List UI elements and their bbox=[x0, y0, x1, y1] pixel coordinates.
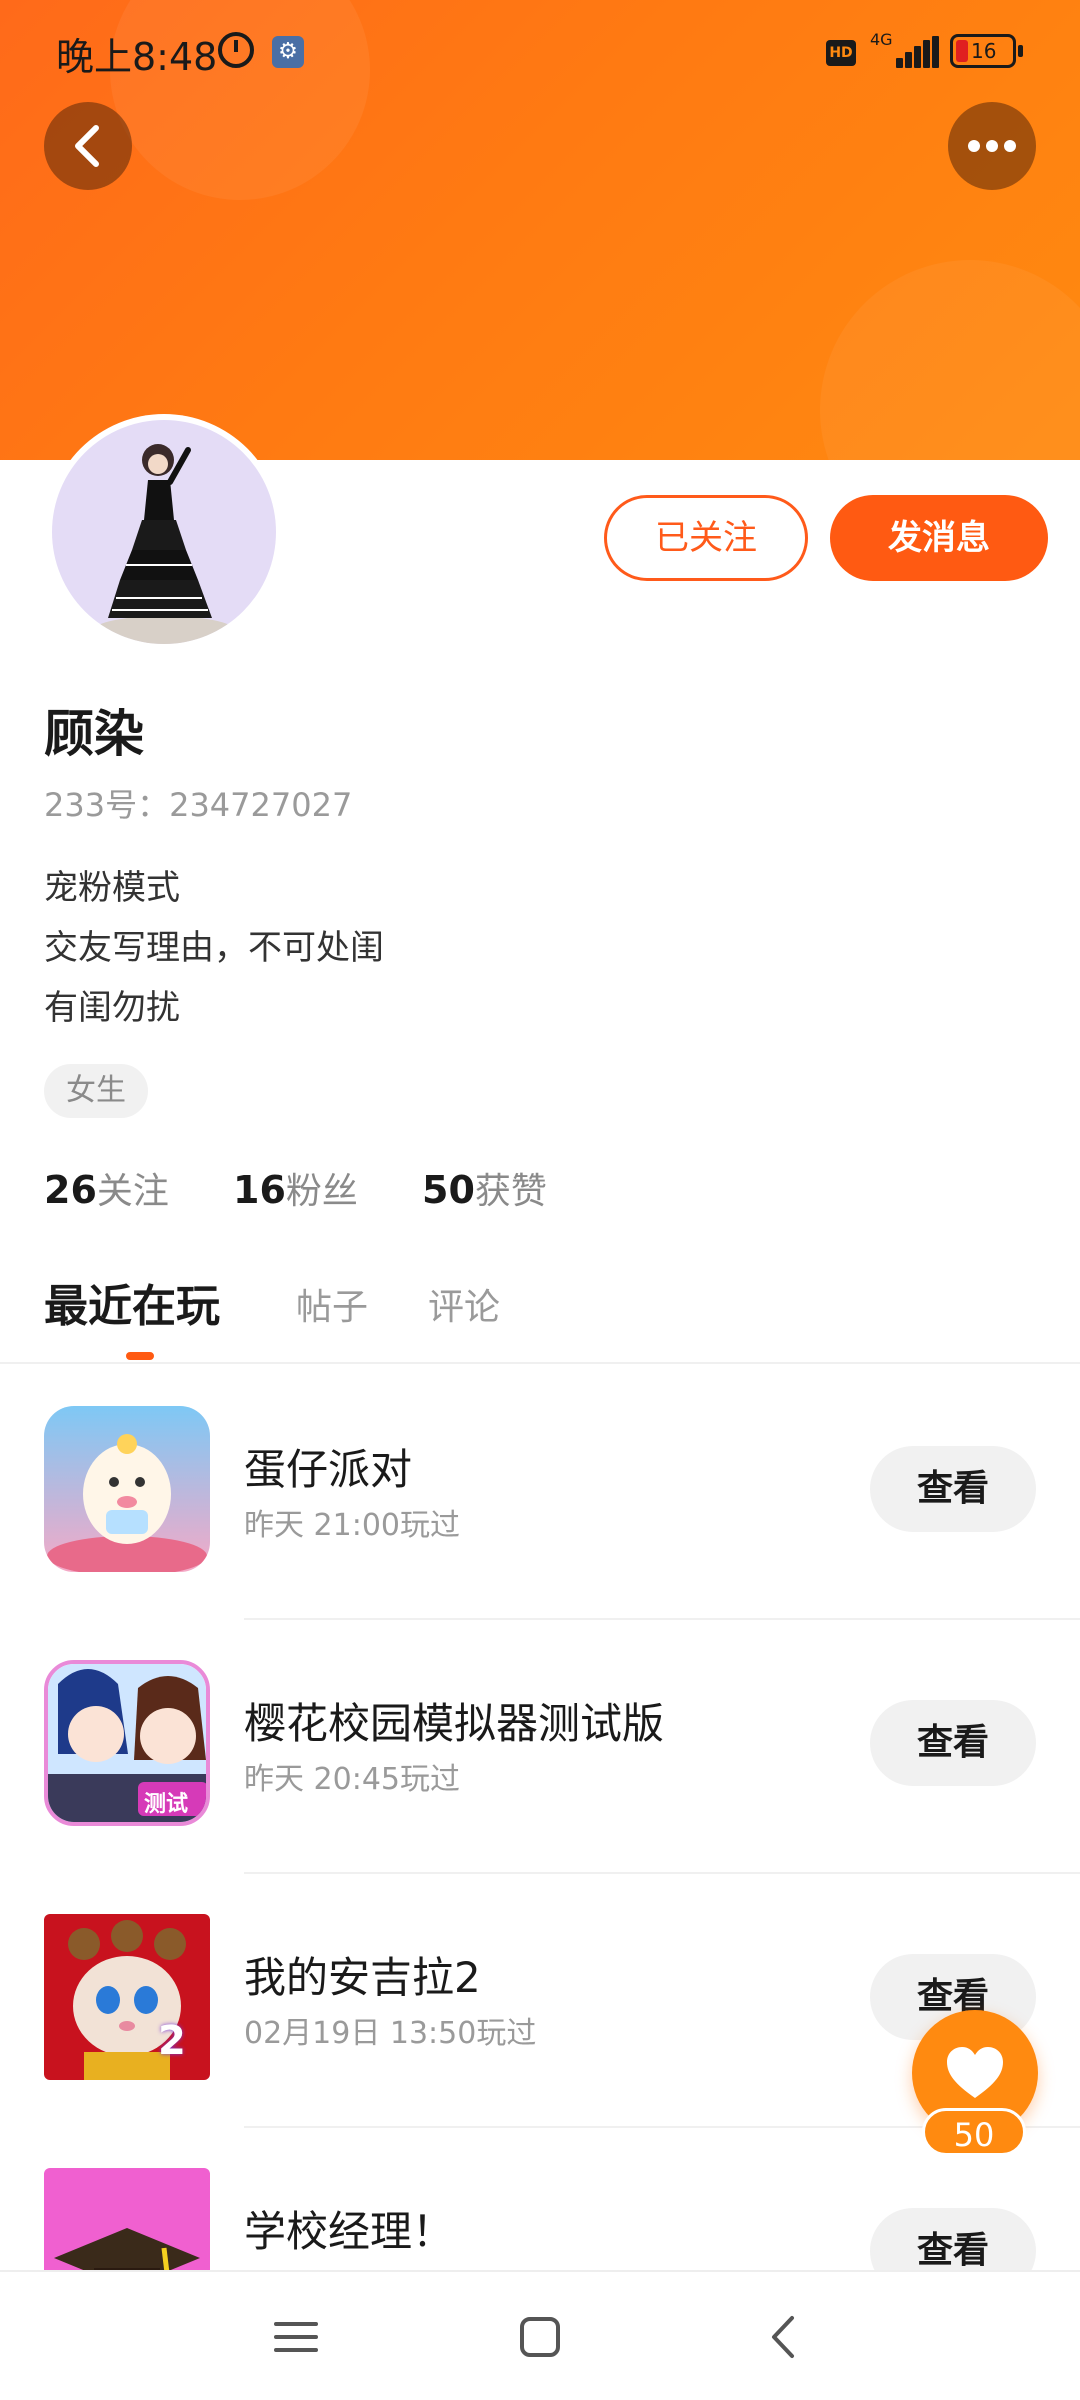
heart-icon bbox=[947, 2047, 1003, 2098]
more-dots-icon bbox=[968, 140, 1016, 152]
game-played-time: 02月19日 13:50玩过 bbox=[244, 2016, 537, 2051]
game-icon-eggy-party bbox=[44, 1406, 210, 1572]
banner-decoration bbox=[820, 260, 1080, 460]
game-played-time: 昨天 21:00玩过 bbox=[244, 1508, 460, 1543]
home-square-icon bbox=[520, 2317, 560, 2357]
battery-icon: 16 bbox=[950, 34, 1023, 68]
view-button[interactable]: 查看 bbox=[870, 1700, 1036, 1786]
gender-tag: 女生 bbox=[44, 1064, 148, 1118]
hd-icon: HD bbox=[826, 40, 856, 66]
bio-line: 宠粉模式 bbox=[44, 868, 180, 908]
profile-stats: 26关注 16粉丝 50获赞 bbox=[44, 1162, 599, 1214]
signal-icon bbox=[896, 36, 940, 68]
game-played-time: 昨天 20:45玩过 bbox=[244, 1762, 460, 1797]
nav-home-button[interactable] bbox=[490, 2272, 590, 2400]
alarm-icon bbox=[218, 32, 254, 68]
bio-line: 有闺勿扰 bbox=[44, 988, 180, 1028]
settings-app-icon: ⚙ bbox=[272, 36, 304, 68]
game-title: 学校经理！ bbox=[244, 2207, 455, 2256]
status-time: 晚上8:48 bbox=[56, 35, 218, 79]
list-item[interactable]: 测试版 樱花校园模拟器测试版 昨天 20:45玩过 查看 bbox=[0, 1620, 1080, 1874]
view-button[interactable]: 查看 bbox=[870, 1446, 1036, 1532]
nav-back-icon bbox=[772, 2316, 794, 2358]
profile-bio: 宠粉模式 交友写理由，不可处闺 有闺勿扰 bbox=[44, 858, 384, 1038]
more-button[interactable] bbox=[948, 102, 1036, 190]
profile-uid: 233号：234727027 bbox=[44, 786, 353, 824]
menu-icon bbox=[274, 2322, 318, 2352]
bio-line: 交友写理由，不可处闺 bbox=[44, 928, 384, 968]
profile-name: 顾染 bbox=[44, 705, 144, 763]
game-title: 我的安吉拉2 bbox=[244, 1953, 481, 2002]
game-icon-badge: 2 bbox=[158, 2018, 186, 2064]
stat-number: 50 bbox=[422, 1168, 475, 1212]
network-type: 4G bbox=[870, 30, 893, 49]
followed-button[interactable]: 已关注 bbox=[604, 495, 808, 581]
divider bbox=[0, 1362, 1080, 1364]
tab-comments[interactable]: 评论 bbox=[428, 1278, 500, 1330]
like-count: 50 bbox=[922, 2108, 1026, 2156]
back-button[interactable] bbox=[44, 102, 132, 190]
game-icon-my-angela-2: 2 bbox=[44, 1914, 210, 2080]
avatar[interactable] bbox=[46, 414, 282, 650]
stat-label: 获赞 bbox=[474, 1171, 547, 1212]
back-arrow-icon bbox=[75, 125, 99, 167]
battery-level: 16 bbox=[971, 39, 997, 63]
tab-posts[interactable]: 帖子 bbox=[296, 1278, 368, 1330]
nav-back-button[interactable] bbox=[734, 2272, 834, 2400]
system-nav-bar bbox=[0, 2270, 1080, 2400]
game-title: 樱花校园模拟器测试版 bbox=[244, 1699, 665, 1748]
nav-menu-button[interactable] bbox=[246, 2272, 346, 2400]
game-icon-sakura-school: 测试版 bbox=[44, 1660, 210, 1826]
list-item[interactable]: 蛋仔派对 昨天 21:00玩过 查看 bbox=[0, 1366, 1080, 1620]
send-message-button[interactable]: 发消息 bbox=[830, 495, 1048, 581]
stat-number: 26 bbox=[44, 1168, 97, 1212]
status-bar: 晚上8:48 ⚙ HD 4G 16 bbox=[0, 0, 1080, 100]
stat-number: 16 bbox=[233, 1168, 286, 1212]
avatar-image bbox=[52, 420, 276, 644]
stat-label: 关注 bbox=[96, 1171, 169, 1212]
stat-following[interactable]: 26关注 bbox=[44, 1162, 169, 1214]
stat-fans[interactable]: 16粉丝 bbox=[233, 1162, 358, 1214]
stat-likes[interactable]: 50获赞 bbox=[422, 1162, 547, 1214]
game-title: 蛋仔派对 bbox=[244, 1445, 413, 1494]
tab-indicator bbox=[126, 1352, 154, 1360]
stat-label: 粉丝 bbox=[285, 1171, 358, 1212]
tab-recently-played[interactable]: 最近在玩 bbox=[44, 1270, 220, 1334]
game-icon-badge: 测试版 bbox=[144, 1792, 189, 1817]
